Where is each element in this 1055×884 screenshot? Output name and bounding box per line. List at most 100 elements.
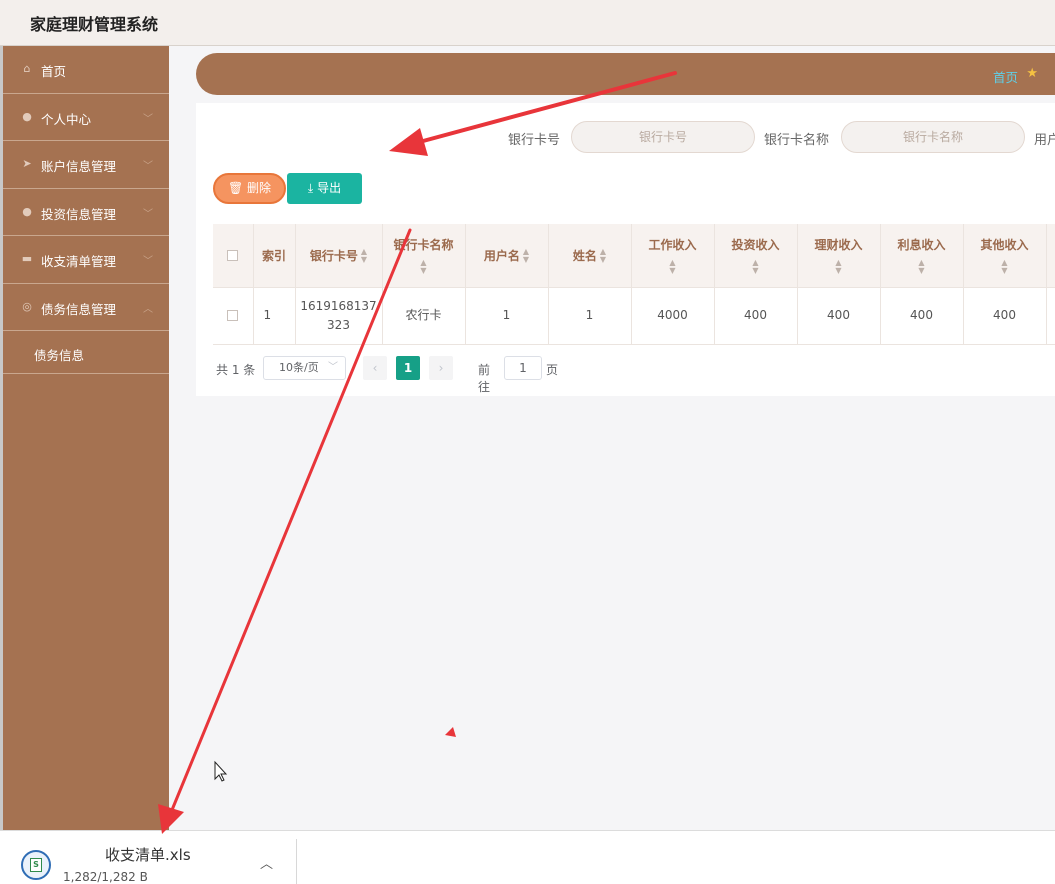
- chevron-down-icon: ﹀: [143, 208, 153, 220]
- chevron-up-icon: ︿: [143, 303, 153, 315]
- cell-work-income: 4000: [631, 287, 715, 345]
- sidebar-subitem-debt[interactable]: 债务信息: [3, 331, 169, 374]
- sidebar-item-debt-info[interactable]: ◎ 债务信息管理 ︿: [3, 284, 169, 331]
- column-header-username[interactable]: 用户名 ▲ ▼: [465, 224, 549, 288]
- goto-page-input[interactable]: 1: [504, 356, 542, 380]
- sort-icon[interactable]: ▲ ▼: [632, 258, 714, 275]
- star-icon: ★: [1026, 66, 1038, 81]
- column-header-name[interactable]: 姓名 ▲ ▼: [548, 224, 632, 288]
- sidebar-item-label: 收支清单管理: [41, 254, 117, 269]
- divider: [296, 839, 297, 884]
- page-number-current[interactable]: 1: [396, 356, 420, 380]
- table-row: 1 1619168137 323 农行卡 1 1 4000 400 400 400…: [213, 287, 1055, 345]
- sort-icon[interactable]: ▲ ▼: [881, 258, 963, 275]
- location-icon: ●: [22, 204, 32, 218]
- sort-icon[interactable]: ▲ ▼: [715, 258, 797, 275]
- sort-icon[interactable]: ▲ ▼: [361, 248, 367, 264]
- column-header-index: 索引: [253, 224, 296, 288]
- cell-index: 1: [253, 287, 296, 345]
- column-header-finance-income[interactable]: 理财收入 ▲ ▼: [797, 224, 881, 288]
- sort-icon[interactable]: ▲ ▼: [964, 258, 1046, 275]
- cell-card-name: 农行卡: [382, 287, 466, 345]
- username-label: 用户: [1034, 133, 1055, 148]
- page-size-select[interactable]: 10条/页 ﹀: [263, 356, 346, 380]
- sidebar: ⌂ 首页 ● 个人中心 ﹀ ➤ 账户信息管理 ﹀ ● 投资信息管理 ﹀ ▬ 收支…: [3, 46, 169, 830]
- download-size: 1,282/1,282 B: [63, 870, 148, 884]
- table-header-row: 索引 银行卡号 ▲ ▼ 银行卡名称 ▲ ▼ 用户名 ▲ ▼ 姓名 ▲ ▼ 工作收入 ▲ ▼ 投资收入…: [213, 224, 1055, 288]
- delete-button[interactable]: 🗑 删除: [213, 173, 286, 204]
- app-title: 家庭理财管理系统: [30, 15, 159, 34]
- breadcrumb: 首页 ★: [196, 53, 1055, 95]
- sidebar-item-label: 债务信息管理: [41, 301, 117, 317]
- sidebar-item-label: 首页: [41, 64, 67, 79]
- goto-label: 前往: [478, 363, 491, 394]
- cell-card-no: 1619168137 323: [295, 287, 383, 345]
- export-button-label: 导出: [317, 181, 342, 195]
- sidebar-item-account-info[interactable]: ➤ 账户信息管理 ﹀: [3, 141, 169, 189]
- sidebar-item-label: 投资信息管理: [41, 206, 117, 222]
- card-no-input[interactable]: 银行卡号: [571, 121, 755, 153]
- chevron-left-icon: ‹: [372, 361, 378, 375]
- cell-username: 1: [465, 287, 549, 345]
- sort-icon[interactable]: ▲ ▼: [600, 248, 606, 264]
- page-size-value: 10条/页: [279, 361, 319, 374]
- pagination-total: 共 1 条: [216, 363, 256, 377]
- cell-finance-income: 400: [797, 287, 881, 345]
- download-filename[interactable]: 收支清单.xls: [105, 844, 191, 865]
- trash-icon: 🗑: [227, 181, 244, 195]
- send-icon: ➤: [22, 157, 32, 170]
- column-header-interest-income[interactable]: 利息收入 ▲ ▼: [880, 224, 964, 288]
- sidebar-item-label: 个人中心: [41, 111, 92, 127]
- next-page-button[interactable]: ›: [429, 356, 453, 380]
- sidebar-subitem-label: 债务信息: [34, 348, 85, 363]
- sidebar-item-label: 账户信息管理: [41, 159, 117, 174]
- sidebar-item-personal-center[interactable]: ● 个人中心 ﹀: [3, 94, 169, 141]
- column-header-other-income[interactable]: 其他收入 ▲ ▼: [963, 224, 1047, 288]
- chevron-up-icon[interactable]: ︿: [260, 853, 273, 872]
- column-header-work-income[interactable]: 工作收入 ▲ ▼: [631, 224, 715, 288]
- card-name-label: 银行卡名称: [764, 133, 830, 148]
- chevron-down-icon: ﹀: [328, 362, 338, 373]
- cell-interest-income: 400: [880, 287, 964, 345]
- monitor-icon: ▬: [21, 252, 33, 265]
- chevron-down-icon: ﹀: [143, 161, 153, 172]
- select-all-checkbox[interactable]: [227, 250, 239, 262]
- globe-icon: ◎: [22, 299, 32, 313]
- column-header-invest-income[interactable]: 投资收入 ▲ ▼: [714, 224, 798, 288]
- list-panel: 银行卡号 银行卡号 银行卡名称 银行卡名称 用户 🗑 删除 ⤓ 导出 索引 银行…: [196, 103, 1055, 396]
- chevron-down-icon: ﹀: [143, 113, 153, 125]
- breadcrumb-home-link[interactable]: 首页: [993, 67, 1018, 86]
- export-button[interactable]: ⤓ 导出: [287, 173, 362, 204]
- prev-page-button[interactable]: ‹: [363, 356, 387, 380]
- column-header-card-no[interactable]: 银行卡号 ▲ ▼: [295, 224, 383, 288]
- card-no-label: 银行卡号: [508, 133, 561, 148]
- card-name-input[interactable]: 银行卡名称: [841, 121, 1025, 153]
- select-all-cell: [213, 224, 254, 288]
- row-checkbox[interactable]: [227, 310, 239, 321]
- home-icon: ⌂: [23, 62, 31, 75]
- column-header-card-name[interactable]: 银行卡名称 ▲ ▼: [382, 224, 466, 288]
- sort-icon[interactable]: ▲ ▼: [523, 248, 529, 264]
- sidebar-item-investment-info[interactable]: ● 投资信息管理 ﹀: [3, 189, 169, 236]
- chevron-right-icon: ›: [438, 361, 444, 375]
- spreadsheet-file-icon: S: [21, 850, 51, 880]
- delete-button-label: 删除: [247, 181, 272, 195]
- sidebar-item-home[interactable]: ⌂ 首页: [3, 46, 169, 94]
- row-select-cell: [213, 287, 254, 345]
- sort-icon[interactable]: ▲ ▼: [798, 258, 880, 275]
- column-header-overflow: [1046, 224, 1055, 288]
- download-bar: S 收支清单.xls 1,282/1,282 B ︿: [0, 830, 1055, 884]
- cell-invest-income: 400: [714, 287, 798, 345]
- page-unit-label: 页: [546, 363, 559, 377]
- chevron-down-icon: ﹀: [143, 256, 153, 267]
- top-bar: 家庭理财管理系统: [0, 0, 1055, 46]
- cell-overflow: [1046, 287, 1055, 345]
- cell-name: 1: [548, 287, 632, 345]
- user-icon: ●: [22, 109, 32, 123]
- download-icon: ⤓: [307, 181, 314, 195]
- data-table: 索引 银行卡号 ▲ ▼ 银行卡名称 ▲ ▼ 用户名 ▲ ▼ 姓名 ▲ ▼ 工作收入 ▲ ▼ 投资收入…: [213, 224, 1055, 345]
- sidebar-item-income-expense[interactable]: ▬ 收支清单管理 ﹀: [3, 236, 169, 284]
- sort-icon[interactable]: ▲ ▼: [383, 258, 465, 275]
- main-content: 首页 ★ 银行卡号 银行卡号 银行卡名称 银行卡名称 用户 🗑 删除 ⤓ 导出: [169, 46, 1055, 830]
- cell-other-income: 400: [963, 287, 1047, 345]
